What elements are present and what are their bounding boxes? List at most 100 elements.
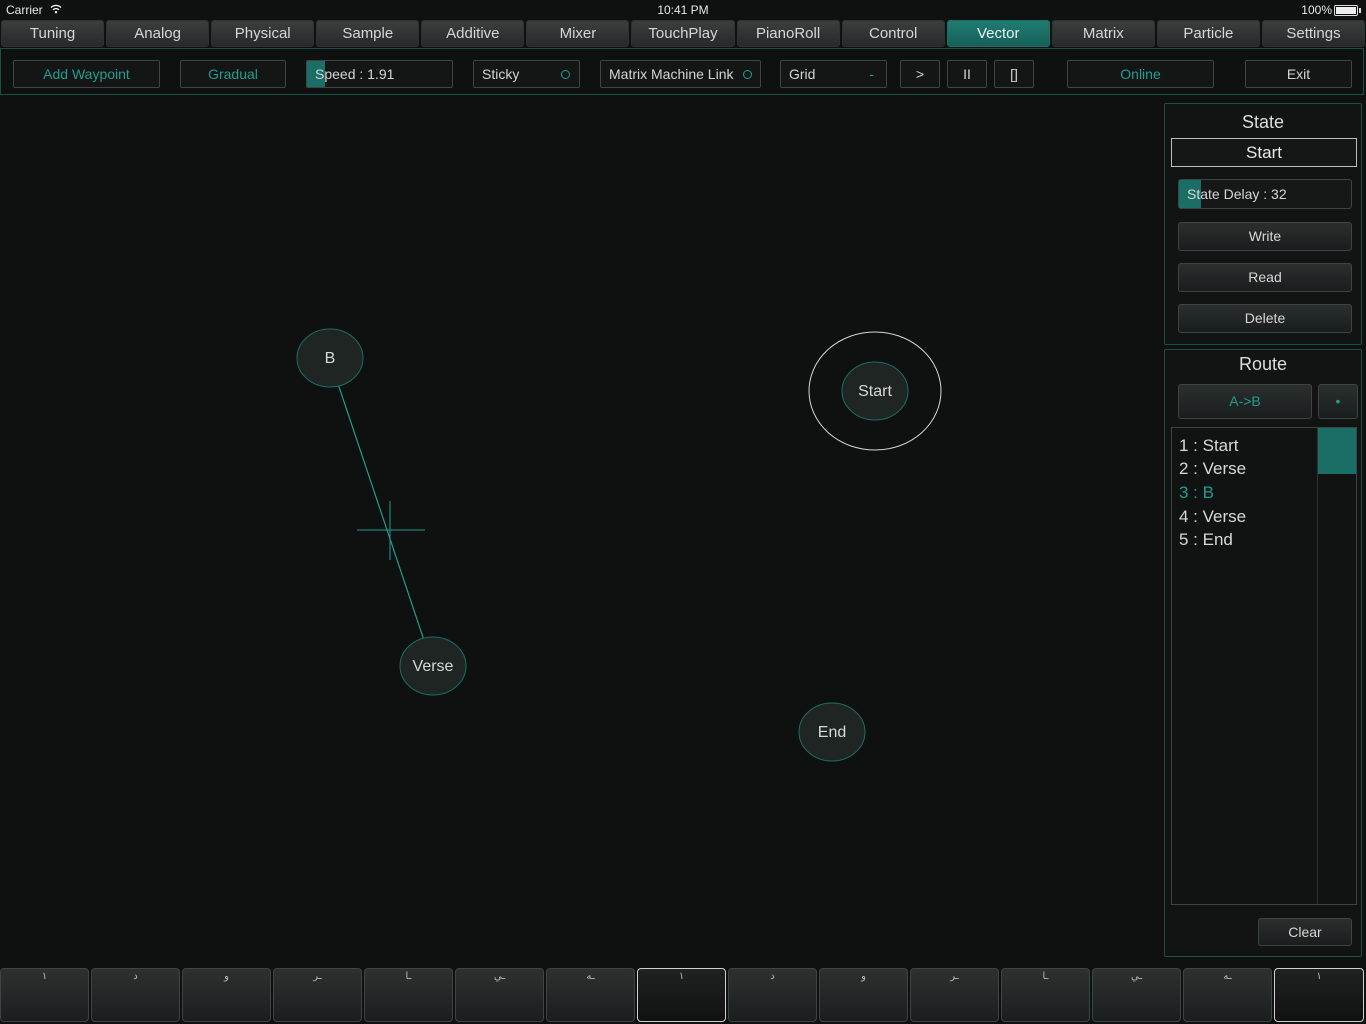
tab-control[interactable]: Control — [841, 20, 945, 47]
key-label: و — [224, 971, 229, 982]
read-button[interactable]: Read — [1178, 263, 1352, 292]
gradual-button[interactable]: Gradual — [180, 60, 286, 88]
route-item[interactable]: 2 : Verse — [1179, 459, 1246, 479]
sticky-label: Sticky — [482, 66, 520, 82]
route-select-button[interactable]: A->B — [1178, 384, 1312, 419]
key-label: ـه — [586, 971, 595, 982]
route-item[interactable]: 5 : End — [1179, 530, 1233, 550]
key-label: ـه — [1223, 971, 1232, 982]
key-4[interactable]: ـر — [273, 968, 362, 1022]
state-panel: State Start State Delay : 32 Write Read … — [1164, 103, 1362, 345]
tab-vector[interactable]: Vector — [946, 20, 1050, 47]
route-list[interactable]: 1 : Start 2 : Verse 3 : B 4 : Verse 5 : … — [1171, 427, 1357, 905]
key-label: ـا — [1042, 971, 1049, 982]
key-label: د — [770, 971, 775, 982]
tab-physical[interactable]: Physical — [211, 20, 315, 47]
node-verse[interactable]: Verse — [399, 636, 467, 696]
matrix-link-label: Matrix Machine Link — [609, 66, 734, 82]
speed-label: Speed : 1.91 — [315, 66, 395, 82]
key-11[interactable]: ـر — [910, 968, 999, 1022]
key-label: و — [861, 971, 866, 982]
node-start[interactable]: Start — [841, 361, 909, 421]
tab-settings[interactable]: Settings — [1261, 20, 1366, 47]
speed-slider[interactable]: Speed : 1.91 — [306, 60, 453, 88]
key-label: ۱ — [678, 971, 685, 982]
route-panel-title: Route — [1238, 354, 1288, 374]
clock: 10:41 PM — [657, 3, 709, 17]
state-panel-title: State — [1241, 112, 1285, 132]
cursor-crosshair-icon[interactable] — [357, 501, 425, 560]
key-label: ـي — [1130, 971, 1143, 982]
battery-icon — [1334, 5, 1361, 16]
state-delay-slider[interactable]: State Delay : 32 — [1178, 179, 1352, 209]
sticky-indicator-icon — [561, 70, 570, 79]
key-label: ـر — [313, 971, 322, 982]
grid-value: - — [869, 66, 874, 82]
tab-touchplay[interactable]: TouchPlay — [631, 20, 735, 47]
route-list-scrollbar[interactable] — [1317, 428, 1356, 904]
play-button[interactable]: > — [900, 60, 940, 88]
keyboard-strip: ۱ د و ـر ـا ـي ـه ۱ د و ـر ـا ـي ـه ۱ — [0, 968, 1366, 1024]
key-label: د — [133, 971, 138, 982]
node-end[interactable]: End — [798, 702, 866, 762]
key-13[interactable]: ـي — [1092, 968, 1181, 1022]
tab-particle[interactable]: Particle — [1156, 20, 1260, 47]
node-end-label: End — [818, 724, 846, 741]
key-14[interactable]: ـه — [1183, 968, 1272, 1022]
node-b-label: B — [325, 350, 336, 367]
key-8[interactable]: ۱ — [637, 968, 726, 1022]
online-button[interactable]: Online — [1067, 60, 1214, 88]
exit-button[interactable]: Exit — [1245, 60, 1352, 88]
status-bar: Carrier 10:41 PM 100% — [0, 0, 1366, 20]
key-label: ـا — [405, 971, 412, 982]
state-delay-label: State Delay : 32 — [1187, 186, 1287, 202]
tab-tuning[interactable]: Tuning — [1, 20, 105, 47]
route-item-selected[interactable]: 3 : B — [1179, 483, 1214, 503]
stop-button[interactable]: [] — [994, 60, 1034, 88]
matrix-link-indicator-icon — [743, 70, 752, 79]
route-dot-button[interactable]: • — [1318, 384, 1358, 419]
state-name-field[interactable]: Start — [1171, 138, 1357, 167]
key-label: ـي — [493, 971, 506, 982]
pause-button[interactable]: II — [947, 60, 987, 88]
route-item[interactable]: 1 : Start — [1179, 436, 1239, 456]
delete-button[interactable]: Delete — [1178, 304, 1352, 333]
tab-additive[interactable]: Additive — [421, 20, 525, 47]
key-15[interactable]: ۱ — [1274, 968, 1364, 1022]
node-start-label: Start — [858, 383, 892, 400]
tab-mixer[interactable]: Mixer — [526, 20, 630, 47]
tab-analog[interactable]: Analog — [106, 20, 210, 47]
vector-toolbar: Add Waypoint Gradual Speed : 1.91 Sticky… — [0, 48, 1364, 95]
key-2[interactable]: د — [91, 968, 180, 1022]
route-item[interactable]: 4 : Verse — [1179, 507, 1246, 527]
add-waypoint-button[interactable]: Add Waypoint — [13, 60, 160, 88]
clear-button[interactable]: Clear — [1258, 918, 1352, 946]
key-9[interactable]: د — [728, 968, 817, 1022]
grid-label: Grid — [789, 66, 816, 82]
write-button[interactable]: Write — [1178, 222, 1352, 251]
sticky-toggle[interactable]: Sticky — [473, 60, 580, 88]
route-path-line — [329, 359, 433, 665]
node-verse-label: Verse — [413, 658, 454, 675]
matrix-machine-link-toggle[interactable]: Matrix Machine Link — [600, 60, 761, 88]
tab-sample[interactable]: Sample — [316, 20, 420, 47]
key-label: ۱ — [41, 971, 48, 982]
key-label: ۱ — [1316, 971, 1322, 982]
key-6[interactable]: ـي — [455, 968, 544, 1022]
route-list-scroll-thumb[interactable] — [1318, 428, 1356, 474]
key-7[interactable]: ـه — [546, 968, 635, 1022]
key-3[interactable]: و — [182, 968, 271, 1022]
tab-matrix[interactable]: Matrix — [1051, 20, 1155, 47]
vector-canvas[interactable]: B Start Verse End — [0, 97, 1160, 962]
key-12[interactable]: ـا — [1001, 968, 1090, 1022]
route-panel: Route A->B • 1 : Start 2 : Verse 3 : B 4… — [1164, 349, 1362, 957]
node-b[interactable]: B — [296, 328, 364, 388]
tab-bar: Tuning Analog Physical Sample Additive M… — [0, 20, 1366, 48]
key-1[interactable]: ۱ — [0, 968, 89, 1022]
grid-select[interactable]: Grid - — [780, 60, 887, 88]
key-10[interactable]: و — [819, 968, 908, 1022]
key-label: ـر — [950, 971, 959, 982]
tab-pianoroll[interactable]: PianoRoll — [736, 20, 840, 47]
key-5[interactable]: ـا — [364, 968, 453, 1022]
battery-percent: 100% — [1301, 3, 1332, 17]
